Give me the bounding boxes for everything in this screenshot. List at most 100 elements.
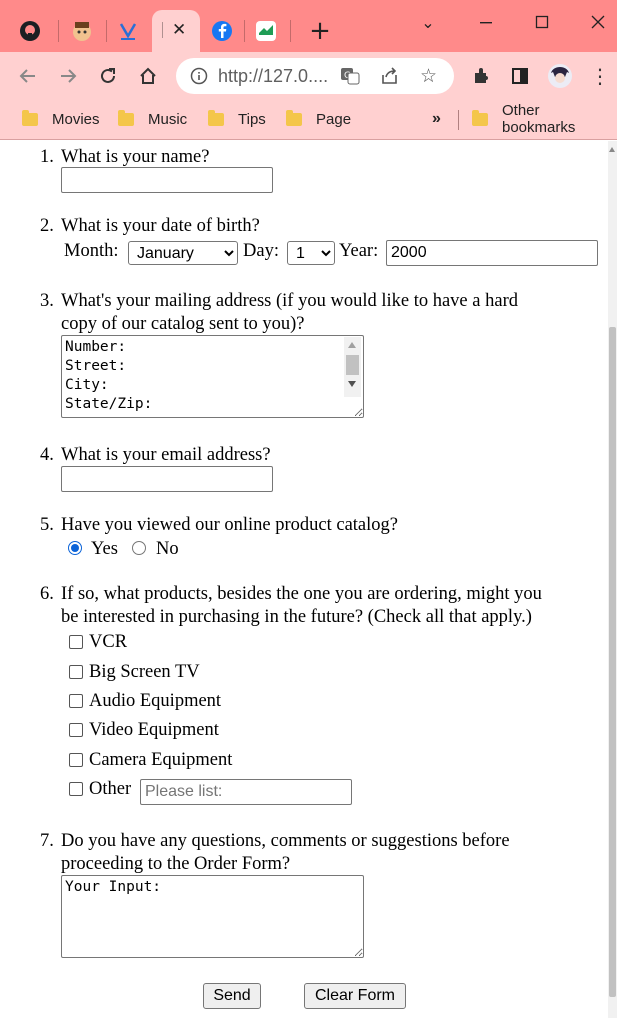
browser-toolbar: http://127.0.... G ☆ ⋮ <box>0 52 617 100</box>
option-label-other: Other <box>89 779 132 799</box>
question-text-line-1: If so, what products, besides the one yo… <box>61 584 542 604</box>
bookmark-label: Movies <box>52 110 100 128</box>
page-scroll-up-icon[interactable] <box>609 147 615 152</box>
tab-separator <box>290 20 291 42</box>
checkbox-video-equipment[interactable] <box>69 723 83 737</box>
folder-icon <box>118 109 134 126</box>
extensions-icon[interactable] <box>468 62 496 90</box>
address-bar[interactable]: http://127.0.... G ☆ <box>176 58 454 94</box>
site-info-icon[interactable] <box>190 67 208 90</box>
page-scrollbar[interactable] <box>608 141 617 1018</box>
bookmark-music[interactable]: Music <box>118 108 187 130</box>
option-label-video-equipment: Video Equipment <box>89 720 219 740</box>
menu-kebab-icon[interactable]: ⋮ <box>586 62 614 90</box>
folder-icon <box>208 109 224 126</box>
option-label-vcr: VCR <box>89 632 128 652</box>
tab-active-form[interactable]: ✕ <box>152 10 200 52</box>
url-text[interactable]: http://127.0.... <box>218 66 328 87</box>
tab-green-site[interactable] <box>248 10 284 52</box>
textarea-scroll-thumb[interactable] <box>346 355 359 375</box>
restore-icon[interactable] <box>528 8 556 36</box>
catalog-no-radio[interactable] <box>132 541 146 555</box>
clear-form-button[interactable]: Clear Form <box>304 983 406 1009</box>
folder-icon <box>286 109 302 126</box>
question-text-line-1: What's your mailing address (if you woul… <box>61 291 518 311</box>
tab-strip: ✕ + ⌄ <box>0 0 617 52</box>
reload-icon[interactable] <box>94 62 122 90</box>
checkbox-other[interactable] <box>69 782 83 796</box>
year-label: Year: <box>339 241 379 261</box>
question-number: 5. <box>40 515 54 535</box>
page-content: 1. What is your name? 2. What is your da… <box>0 141 608 1018</box>
tab-github[interactable] <box>12 10 48 52</box>
github-icon <box>19 20 41 42</box>
name-input[interactable] <box>61 167 273 193</box>
month-label: Month: <box>64 241 119 261</box>
textarea-scrollbar[interactable] <box>344 337 361 397</box>
checkbox-big-screen-tv[interactable] <box>69 665 83 679</box>
scroll-down-icon[interactable] <box>348 381 356 387</box>
mailing-address-textarea[interactable]: Number: Street: City: State/Zip: <box>61 335 364 418</box>
forward-icon[interactable] <box>54 62 82 90</box>
question-text: Have you viewed our online product catal… <box>61 515 398 535</box>
back-icon[interactable] <box>14 62 42 90</box>
bookmark-movies[interactable]: Movies <box>22 108 100 130</box>
day-label: Day: <box>243 241 279 261</box>
more-bookmarks-chevron-icon[interactable]: » <box>432 108 441 130</box>
option-label-camera-equipment: Camera Equipment <box>89 750 233 770</box>
comments-textarea[interactable]: Your Input: <box>61 875 364 958</box>
question-text: What is your email address? <box>61 445 271 465</box>
profile-avatar[interactable] <box>546 62 574 90</box>
v-logo-icon <box>117 20 139 42</box>
tab-separator <box>58 20 59 42</box>
tab-facebook[interactable] <box>204 10 240 52</box>
close-window-icon[interactable] <box>584 8 612 36</box>
side-panel-icon[interactable] <box>506 62 534 90</box>
bookmarks-bar: Movies Music Tips Page » Other bookmarks <box>0 100 617 140</box>
send-button[interactable]: Send <box>203 983 261 1009</box>
question-number: 7. <box>40 831 54 851</box>
tab-search-icon[interactable]: ⌄ <box>414 8 442 36</box>
question-number: 3. <box>40 291 54 311</box>
question-text-line-2: copy of our catalog sent to you)? <box>61 314 305 334</box>
question-text: What is your date of birth? <box>61 216 260 236</box>
month-select[interactable]: January <box>128 241 238 265</box>
catalog-yes-radio[interactable] <box>68 541 82 555</box>
question-number: 1. <box>40 147 54 167</box>
share-icon[interactable] <box>380 66 400 91</box>
new-tab-button[interactable]: + <box>302 10 338 52</box>
checkbox-vcr[interactable] <box>69 635 83 649</box>
bookmark-star-icon[interactable]: ☆ <box>420 65 437 87</box>
tab-separator <box>244 20 245 42</box>
question-text-line-1: Do you have any questions, comments or s… <box>61 831 510 851</box>
bookmark-tips[interactable]: Tips <box>208 108 266 130</box>
tab-v-site[interactable] <box>110 10 146 52</box>
other-bookmarks[interactable]: Other bookmarks <box>472 102 617 136</box>
close-tab-icon[interactable]: ✕ <box>172 20 186 40</box>
tab-separator <box>106 20 107 42</box>
cartoon-avatar-icon <box>71 20 93 42</box>
no-label: No <box>156 539 179 559</box>
home-icon[interactable] <box>134 62 162 90</box>
bookmark-label: Tips <box>238 110 266 128</box>
day-select[interactable]: 1 <box>287 241 335 265</box>
bookmarks-divider <box>458 110 459 130</box>
question-text: What is your name? <box>61 147 210 167</box>
option-label-big-screen-tv: Big Screen TV <box>89 662 200 682</box>
minimize-icon[interactable] <box>472 8 500 36</box>
other-products-input[interactable] <box>140 779 352 805</box>
folder-icon <box>472 109 488 126</box>
page-scroll-thumb[interactable] <box>609 327 616 997</box>
question-text-line-2: proceeding to the Order Form? <box>61 854 291 874</box>
question-text-line-2: be interested in purchasing in the futur… <box>61 607 532 627</box>
email-input[interactable] <box>61 466 273 492</box>
bookmark-label: Music <box>148 110 188 128</box>
checkbox-audio-equipment[interactable] <box>69 694 83 708</box>
scroll-up-icon[interactable] <box>348 342 356 348</box>
checkbox-camera-equipment[interactable] <box>69 753 83 767</box>
bookmark-page[interactable]: Page <box>286 108 351 130</box>
year-input[interactable] <box>386 240 598 266</box>
translate-icon[interactable]: G <box>340 66 360 91</box>
folder-icon <box>22 109 38 126</box>
tab-avatar-site[interactable] <box>64 10 100 52</box>
